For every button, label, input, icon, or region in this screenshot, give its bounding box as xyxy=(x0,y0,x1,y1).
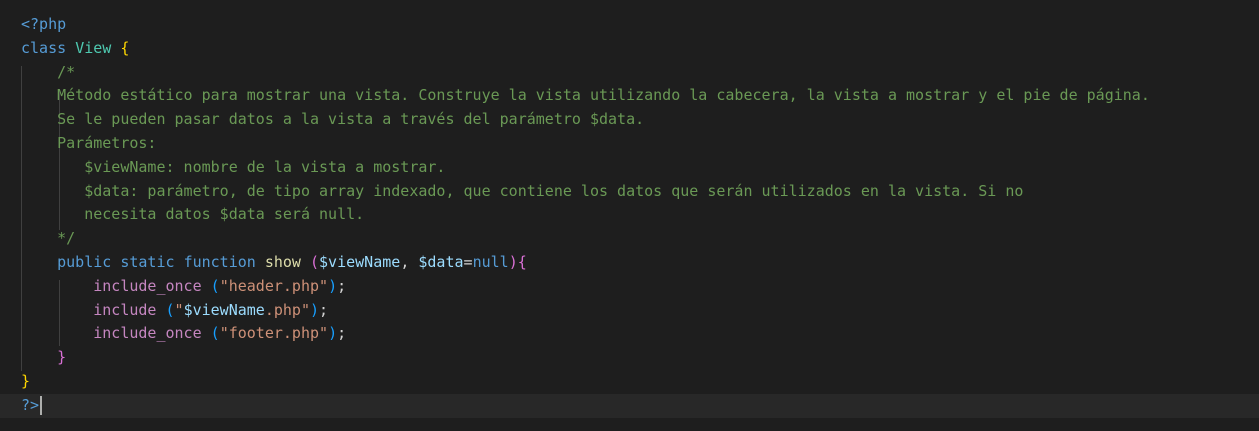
paren-close: ) xyxy=(328,276,338,295)
semicolon: ; xyxy=(319,300,329,319)
paren-close: ) xyxy=(328,324,338,343)
string-variable: $viewName xyxy=(183,300,265,319)
comma: , xyxy=(400,252,410,271)
code-line: include_once ("footer.php"); xyxy=(21,322,1259,346)
paren-close: ) xyxy=(508,252,518,271)
method-brace-open: { xyxy=(517,252,527,271)
code-line: } xyxy=(21,346,1259,370)
current-line[interactable]: ?> xyxy=(0,393,1259,418)
param-data: $data xyxy=(418,252,464,271)
code-line: include ("$viewName.php"); xyxy=(21,299,1259,323)
code-line: */ xyxy=(21,227,1259,251)
code-line: $data: parámetro, de tipo array indexado… xyxy=(21,180,1259,204)
include-once-keyword: include_once xyxy=(93,276,202,295)
include-keyword: include xyxy=(93,300,157,319)
static-keyword: static xyxy=(120,252,175,271)
paren-open: ( xyxy=(210,324,220,343)
paren-close: ) xyxy=(310,300,320,319)
include-once-keyword: include_once xyxy=(93,324,202,343)
code-lines[interactable]: <?php class View { /* Método estático pa… xyxy=(0,13,1259,418)
string-header: "header.php" xyxy=(219,276,329,295)
comment-line: Parámetros: xyxy=(57,133,157,152)
code-line: Parámetros: xyxy=(21,132,1259,156)
php-close-tag: ?> xyxy=(21,395,40,414)
code-line: class View { xyxy=(21,37,1259,61)
code-editor[interactable]: <?php class View { /* Método estático pa… xyxy=(0,0,1259,431)
function-keyword: function xyxy=(183,252,256,271)
paren-open: ( xyxy=(165,300,175,319)
code-line: } xyxy=(21,370,1259,394)
string-quote: " xyxy=(174,300,184,319)
code-line: /* xyxy=(21,61,1259,85)
public-keyword: public xyxy=(57,252,112,271)
equals: = xyxy=(463,252,473,271)
comment-open: /* xyxy=(57,62,76,81)
comment-close: */ xyxy=(57,229,76,248)
comment-line: Se le pueden pasar datos a la vista a tr… xyxy=(57,110,645,129)
comment-line: Método estático para mostrar una vista. … xyxy=(57,86,1150,105)
code-line: Se le pueden pasar datos a la vista a tr… xyxy=(21,108,1259,132)
null-keyword: null xyxy=(472,252,509,271)
comment-line: $data: parámetro, de tipo array indexado… xyxy=(84,181,1024,200)
class-keyword: class xyxy=(21,38,67,57)
class-brace-close: } xyxy=(21,371,31,390)
string-footer: "footer.php" xyxy=(219,324,329,343)
code-line: Método estático para mostrar una vista. … xyxy=(21,84,1259,108)
code-line: $viewName: nombre de la vista a mostrar. xyxy=(21,156,1259,180)
semicolon: ; xyxy=(337,276,347,295)
code-line: <?php xyxy=(21,13,1259,37)
comment-line: necesita datos $data será null. xyxy=(84,205,365,224)
param-viewname: $viewName xyxy=(319,252,401,271)
paren-open: ( xyxy=(310,252,320,271)
function-name: show xyxy=(264,252,301,271)
class-brace-open: { xyxy=(120,38,130,57)
semicolon: ; xyxy=(337,324,347,343)
paren-open: ( xyxy=(210,276,220,295)
comment-line: $viewName: nombre de la vista a mostrar. xyxy=(84,157,446,176)
code-line: include_once ("header.php"); xyxy=(21,275,1259,299)
text-cursor xyxy=(40,395,43,415)
php-open-tag: <?php xyxy=(21,15,67,33)
method-brace-close: } xyxy=(57,348,67,367)
class-name: View xyxy=(75,38,112,57)
code-line: necesita datos $data será null. xyxy=(21,203,1259,227)
string-extension: .php" xyxy=(264,300,310,319)
code-line: public static function show ($viewName, … xyxy=(21,251,1259,275)
